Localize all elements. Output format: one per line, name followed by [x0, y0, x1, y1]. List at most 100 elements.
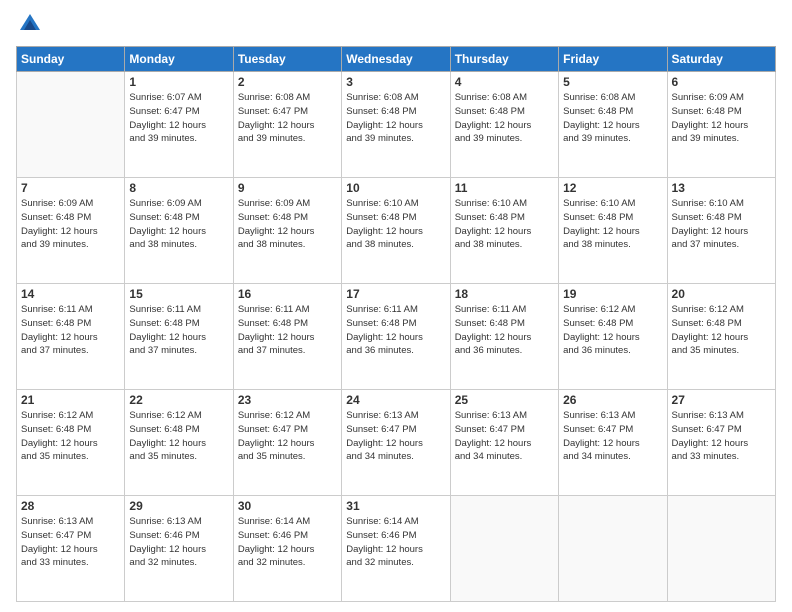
calendar-cell: 7 Sunrise: 6:09 AM Sunset: 6:48 PM Daylig… — [17, 178, 125, 284]
calendar-cell: 16 Sunrise: 6:11 AM Sunset: 6:48 PM Dayli… — [233, 284, 341, 390]
calendar-cell: 13Sunrise: 6:10 AM Sunset: 6:48 PM Dayli… — [667, 178, 775, 284]
calendar-cell: 23 Sunrise: 6:12 AM Sunset: 6:47 PM Dayli… — [233, 390, 341, 496]
calendar-cell: 26Sunrise: 6:13 AM Sunset: 6:47 PM Dayli… — [559, 390, 667, 496]
calendar-cell: 31 Sunrise: 6:14 AM Sunset: 6:46 PM Dayli… — [342, 496, 450, 602]
day-info: Sunrise: 6:11 AM Sunset: 6:48 PM Dayligh… — [238, 303, 337, 358]
day-number: 19 — [563, 287, 662, 301]
page: SundayMondayTuesdayWednesdayThursdayFrid… — [0, 0, 792, 612]
calendar-cell — [450, 496, 558, 602]
day-number: 12 — [563, 181, 662, 195]
day-info: Sunrise: 6:10 AM Sunset: 6:48 PM Dayligh… — [455, 197, 554, 252]
day-number: 13 — [672, 181, 771, 195]
header-day: Wednesday — [342, 47, 450, 72]
day-info: Sunrise: 6:08 AM Sunset: 6:48 PM Dayligh… — [346, 91, 445, 146]
day-number: 27 — [672, 393, 771, 407]
calendar-cell: 11 Sunrise: 6:10 AM Sunset: 6:48 PM Dayli… — [450, 178, 558, 284]
day-info: Sunrise: 6:11 AM Sunset: 6:48 PM Dayligh… — [21, 303, 120, 358]
calendar-cell: 15 Sunrise: 6:11 AM Sunset: 6:48 PM Dayli… — [125, 284, 233, 390]
header-row: SundayMondayTuesdayWednesdayThursdayFrid… — [17, 47, 776, 72]
day-number: 10 — [346, 181, 445, 195]
calendar-week-row: 21 Sunrise: 6:12 AM Sunset: 6:48 PM Dayli… — [17, 390, 776, 496]
day-number: 7 — [21, 181, 120, 195]
calendar-cell: 17 Sunrise: 6:11 AM Sunset: 6:48 PM Dayli… — [342, 284, 450, 390]
calendar-cell — [17, 72, 125, 178]
day-number: 8 — [129, 181, 228, 195]
calendar-cell: 18Sunrise: 6:11 AM Sunset: 6:48 PM Dayli… — [450, 284, 558, 390]
day-number: 31 — [346, 499, 445, 513]
day-info: Sunrise: 6:13 AM Sunset: 6:47 PM Dayligh… — [672, 409, 771, 464]
calendar-cell: 24 Sunrise: 6:13 AM Sunset: 6:47 PM Dayli… — [342, 390, 450, 496]
day-info: Sunrise: 6:13 AM Sunset: 6:46 PM Dayligh… — [129, 515, 228, 570]
header-day: Saturday — [667, 47, 775, 72]
day-number: 15 — [129, 287, 228, 301]
calendar-cell: 1 Sunrise: 6:07 AM Sunset: 6:47 PM Daylig… — [125, 72, 233, 178]
day-number: 5 — [563, 75, 662, 89]
calendar-week-row: 14 Sunrise: 6:11 AM Sunset: 6:48 PM Dayli… — [17, 284, 776, 390]
day-number: 23 — [238, 393, 337, 407]
calendar-week-row: 1 Sunrise: 6:07 AM Sunset: 6:47 PM Daylig… — [17, 72, 776, 178]
calendar-cell: 14 Sunrise: 6:11 AM Sunset: 6:48 PM Dayli… — [17, 284, 125, 390]
day-number: 9 — [238, 181, 337, 195]
day-number: 14 — [21, 287, 120, 301]
header-day: Thursday — [450, 47, 558, 72]
calendar-cell: 8 Sunrise: 6:09 AM Sunset: 6:48 PM Daylig… — [125, 178, 233, 284]
calendar-cell: 19 Sunrise: 6:12 AM Sunset: 6:48 PM Dayli… — [559, 284, 667, 390]
day-info: Sunrise: 6:12 AM Sunset: 6:47 PM Dayligh… — [238, 409, 337, 464]
day-number: 16 — [238, 287, 337, 301]
calendar-cell: 22Sunrise: 6:12 AM Sunset: 6:48 PM Dayli… — [125, 390, 233, 496]
day-number: 11 — [455, 181, 554, 195]
calendar-table: SundayMondayTuesdayWednesdayThursdayFrid… — [16, 46, 776, 602]
calendar-week-row: 28Sunrise: 6:13 AM Sunset: 6:47 PM Dayli… — [17, 496, 776, 602]
day-number: 18 — [455, 287, 554, 301]
day-info: Sunrise: 6:13 AM Sunset: 6:47 PM Dayligh… — [455, 409, 554, 464]
day-info: Sunrise: 6:11 AM Sunset: 6:48 PM Dayligh… — [346, 303, 445, 358]
calendar-cell: 6 Sunrise: 6:09 AM Sunset: 6:48 PM Daylig… — [667, 72, 775, 178]
day-info: Sunrise: 6:13 AM Sunset: 6:47 PM Dayligh… — [346, 409, 445, 464]
calendar-cell: 12 Sunrise: 6:10 AM Sunset: 6:48 PM Dayli… — [559, 178, 667, 284]
header-day: Sunday — [17, 47, 125, 72]
day-info: Sunrise: 6:11 AM Sunset: 6:48 PM Dayligh… — [129, 303, 228, 358]
calendar-cell: 30Sunrise: 6:14 AM Sunset: 6:46 PM Dayli… — [233, 496, 341, 602]
day-info: Sunrise: 6:09 AM Sunset: 6:48 PM Dayligh… — [21, 197, 120, 252]
day-info: Sunrise: 6:07 AM Sunset: 6:47 PM Dayligh… — [129, 91, 228, 146]
day-number: 29 — [129, 499, 228, 513]
day-number: 21 — [21, 393, 120, 407]
day-info: Sunrise: 6:10 AM Sunset: 6:48 PM Dayligh… — [563, 197, 662, 252]
calendar-cell: 5 Sunrise: 6:08 AM Sunset: 6:48 PM Daylig… — [559, 72, 667, 178]
day-info: Sunrise: 6:08 AM Sunset: 6:48 PM Dayligh… — [563, 91, 662, 146]
calendar-body: 1 Sunrise: 6:07 AM Sunset: 6:47 PM Daylig… — [17, 72, 776, 602]
calendar-cell: 28Sunrise: 6:13 AM Sunset: 6:47 PM Dayli… — [17, 496, 125, 602]
logo — [16, 10, 48, 38]
day-number: 1 — [129, 75, 228, 89]
calendar-cell: 10Sunrise: 6:10 AM Sunset: 6:48 PM Dayli… — [342, 178, 450, 284]
day-info: Sunrise: 6:12 AM Sunset: 6:48 PM Dayligh… — [563, 303, 662, 358]
day-number: 28 — [21, 499, 120, 513]
header-day: Friday — [559, 47, 667, 72]
calendar-cell: 25 Sunrise: 6:13 AM Sunset: 6:47 PM Dayli… — [450, 390, 558, 496]
day-info: Sunrise: 6:12 AM Sunset: 6:48 PM Dayligh… — [21, 409, 120, 464]
calendar-cell: 9 Sunrise: 6:09 AM Sunset: 6:48 PM Daylig… — [233, 178, 341, 284]
day-info: Sunrise: 6:09 AM Sunset: 6:48 PM Dayligh… — [672, 91, 771, 146]
logo-icon — [16, 10, 44, 38]
calendar-header: SundayMondayTuesdayWednesdayThursdayFrid… — [17, 47, 776, 72]
day-number: 25 — [455, 393, 554, 407]
day-number: 20 — [672, 287, 771, 301]
day-info: Sunrise: 6:09 AM Sunset: 6:48 PM Dayligh… — [238, 197, 337, 252]
day-info: Sunrise: 6:14 AM Sunset: 6:46 PM Dayligh… — [346, 515, 445, 570]
day-info: Sunrise: 6:12 AM Sunset: 6:48 PM Dayligh… — [672, 303, 771, 358]
header-day: Monday — [125, 47, 233, 72]
day-info: Sunrise: 6:14 AM Sunset: 6:46 PM Dayligh… — [238, 515, 337, 570]
day-number: 4 — [455, 75, 554, 89]
calendar-cell: 29 Sunrise: 6:13 AM Sunset: 6:46 PM Dayli… — [125, 496, 233, 602]
calendar-week-row: 7 Sunrise: 6:09 AM Sunset: 6:48 PM Daylig… — [17, 178, 776, 284]
day-number: 3 — [346, 75, 445, 89]
calendar-cell: 2Sunrise: 6:08 AM Sunset: 6:47 PM Daylig… — [233, 72, 341, 178]
day-info: Sunrise: 6:08 AM Sunset: 6:47 PM Dayligh… — [238, 91, 337, 146]
day-info: Sunrise: 6:13 AM Sunset: 6:47 PM Dayligh… — [563, 409, 662, 464]
calendar-cell: 20 Sunrise: 6:12 AM Sunset: 6:48 PM Dayli… — [667, 284, 775, 390]
day-number: 24 — [346, 393, 445, 407]
day-number: 17 — [346, 287, 445, 301]
day-number: 6 — [672, 75, 771, 89]
day-info: Sunrise: 6:09 AM Sunset: 6:48 PM Dayligh… — [129, 197, 228, 252]
calendar-cell — [667, 496, 775, 602]
